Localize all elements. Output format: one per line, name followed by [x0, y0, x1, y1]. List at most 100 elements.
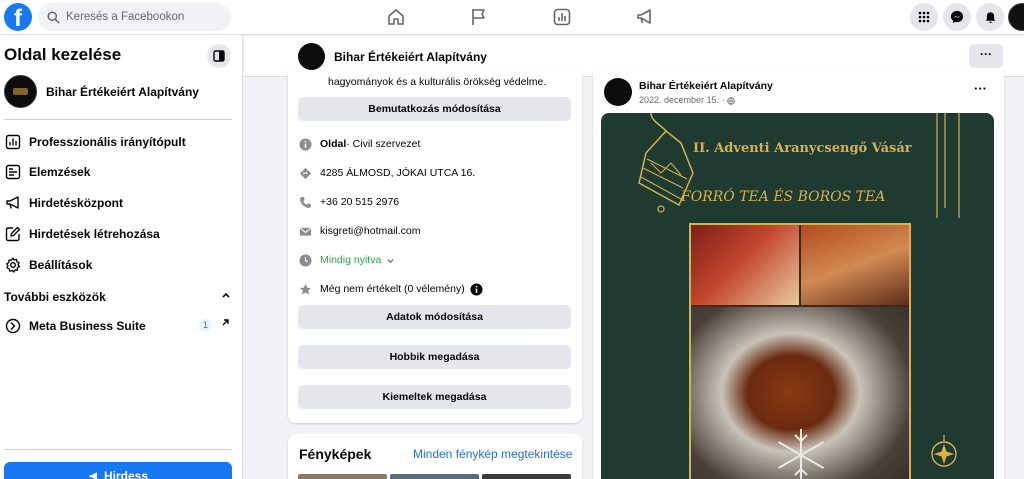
grid-icon	[918, 11, 930, 23]
about-description: hagyományok és a kulturális örökség véde…	[328, 76, 547, 88]
edit-icon	[4, 225, 22, 243]
ads-megaphone-icon[interactable]	[635, 7, 655, 27]
edit-details-button[interactable]: Adatok módosítása	[298, 305, 571, 329]
sidebar-item-meta-business-suite[interactable]: Meta Business Suite	[4, 317, 146, 335]
post-author-avatar[interactable]	[604, 78, 632, 106]
rating-row: Még nem értékelt (0 vélemény)	[298, 282, 483, 296]
sidebar-page-profile[interactable]: Bihar Értékeiért Alapítvány	[4, 75, 199, 108]
post-date-text: 2022. december 15.	[639, 95, 720, 105]
post-author-name[interactable]: Bihar Értékeiért Alapítvány	[639, 80, 773, 92]
promote-button[interactable]: Hirdess	[4, 462, 232, 479]
manage-page-sidebar: Oldal kezelése Bihar Értékeiért Alapítvá…	[0, 35, 243, 479]
search-box[interactable]	[38, 3, 231, 31]
add-hobbies-button[interactable]: Hobbik megadása	[298, 345, 571, 369]
phone-row: +36 20 515 2976	[298, 195, 399, 209]
more-tools-heading[interactable]: További eszközök	[4, 290, 106, 304]
email-text[interactable]: kisgreti@hotmail.com	[320, 225, 421, 237]
intro-card: hagyományok és a kulturális örökség véde…	[288, 70, 582, 423]
more-options-button[interactable]: ···	[969, 44, 1003, 68]
sidebar-item-create-ads[interactable]: Hirdetések létrehozása	[4, 225, 160, 243]
post-card: Bihar Értékeiért Alapítvány 2022. decemb…	[593, 70, 1004, 479]
globe-icon	[727, 96, 735, 105]
sidebar-item-professional-dashboard[interactable]: Professzionális irányítópult	[4, 133, 186, 151]
phone-text[interactable]: +36 20 515 2976	[320, 196, 399, 208]
search-input[interactable]	[66, 11, 216, 23]
messenger-icon	[950, 10, 964, 24]
sidebar-item-label: Beállítások	[29, 258, 93, 272]
tea-photo-tile	[691, 225, 799, 305]
rating-text: Még nem értékelt (0 vélemény)	[320, 283, 465, 295]
notification-count-badge: 1	[199, 319, 212, 332]
teapot-photo-tile	[801, 225, 909, 305]
chevron-down-icon	[387, 258, 394, 263]
sidebar-item-label: Meta Business Suite	[29, 319, 146, 333]
photo-thumbnail[interactable]	[298, 474, 387, 479]
facebook-logo-icon[interactable]: f	[4, 3, 32, 31]
search-icon	[47, 10, 60, 24]
snowflake-decoration-icon	[777, 429, 825, 479]
sidebar-item-insights[interactable]: Elemzések	[4, 163, 90, 181]
sidebar-item-settings[interactable]: Beállítások	[4, 256, 92, 274]
sidebar-item-label: Elemzések	[29, 165, 91, 179]
photo-thumbnail[interactable]	[482, 474, 571, 479]
address-row: 4285 ÁLMOSD, JÓKAI UTCA 16.	[298, 166, 475, 180]
photos-title: Fényképek	[299, 446, 372, 462]
address-text[interactable]: 4285 ÁLMOSD, JÓKAI UTCA 16.	[320, 167, 475, 179]
bell-icon	[985, 11, 995, 23]
divider	[4, 119, 232, 120]
hours-row[interactable]: Mindig nyitva	[298, 253, 395, 267]
email-row: kisgreti@hotmail.com	[298, 224, 421, 238]
messenger-button[interactable]	[943, 3, 971, 31]
sidebar-page-name: Bihar Értékeiért Alapítvány	[46, 84, 199, 99]
post-more-options-button[interactable]: ···	[974, 81, 987, 96]
category-name: · Civil szervezet	[346, 138, 421, 150]
email-icon	[298, 224, 312, 238]
external-link-icon[interactable]	[220, 318, 230, 328]
poster-subtitle: FORRÓ TEA ÉS BOROS TEA	[681, 189, 886, 205]
add-featured-button[interactable]: Kiemeltek megadása	[298, 385, 571, 409]
gold-lines-decoration	[936, 113, 960, 218]
star-icon	[298, 282, 312, 296]
sidebar-panel-icon	[213, 50, 225, 62]
sidebar-item-ad-center[interactable]: Hirdetésközpont	[4, 194, 123, 212]
photo-thumbnails	[298, 474, 571, 479]
category-row: Oldal · Civil szervezet	[298, 137, 420, 151]
sidebar-item-label: Hirdetések létrehozása	[29, 227, 160, 241]
hours-text: Mindig nyitva	[320, 254, 382, 266]
home-icon[interactable]	[386, 7, 406, 27]
insights-icon	[4, 163, 22, 181]
insights-nav-icon[interactable]	[552, 7, 572, 27]
promote-label: Hirdess	[103, 469, 149, 479]
top-navigation-bar: f	[0, 0, 1024, 35]
page-avatar[interactable]	[298, 43, 325, 70]
divider	[4, 449, 232, 450]
chevron-up-icon[interactable]	[221, 290, 231, 300]
post-date[interactable]: 2022. december 15. ·	[639, 95, 735, 105]
gear-icon	[4, 256, 22, 274]
star-ornament-icon	[931, 435, 957, 467]
poster-title: II. Adventi Aranycsengő Vásár	[693, 141, 912, 156]
clock-icon	[298, 253, 312, 267]
info-circle-icon[interactable]	[470, 282, 483, 296]
photo-thumbnail[interactable]	[390, 474, 479, 479]
dashboard-icon	[4, 133, 22, 151]
menu-grid-button[interactable]	[910, 3, 938, 31]
see-all-photos-link[interactable]: Minden fénykép megtekintése	[413, 447, 572, 461]
sidebar-item-label: Professzionális irányítópult	[29, 135, 186, 149]
edit-bio-button[interactable]: Bemutatkozás módosítása	[298, 97, 571, 121]
post-image[interactable]: II. Adventi Aranycsengő Vásár FORRÓ TEA …	[601, 113, 994, 479]
category-type: Oldal	[320, 138, 347, 150]
location-pin-icon	[298, 166, 312, 180]
account-avatar[interactable]	[1008, 3, 1024, 31]
collapse-sidebar-button[interactable]	[207, 44, 231, 68]
photos-card: Fényképek Minden fénykép megtekintése	[288, 434, 582, 479]
info-icon	[298, 137, 312, 151]
phone-icon	[298, 195, 312, 209]
page-name[interactable]: Bihar Értékeiért Alapítvány	[334, 50, 487, 64]
notifications-button[interactable]	[976, 3, 1004, 31]
flag-icon[interactable]	[469, 7, 489, 27]
sidebar-item-label: Hirdetésközpont	[29, 196, 124, 210]
poster-photo-collage	[689, 223, 911, 479]
page-avatar	[4, 75, 37, 108]
meta-business-suite-icon	[4, 317, 22, 335]
